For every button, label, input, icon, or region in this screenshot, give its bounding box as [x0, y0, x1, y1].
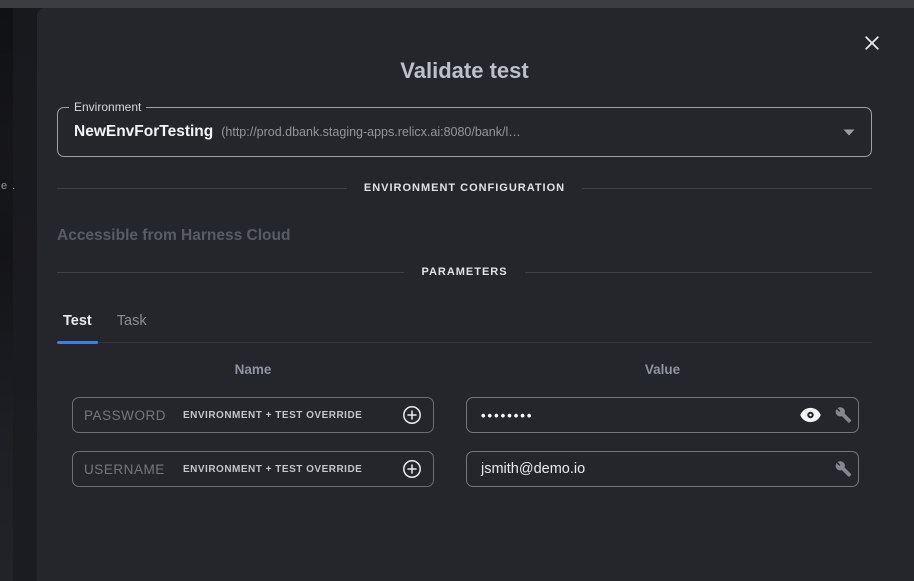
- backdrop-truncated-text: e .: [1, 180, 16, 192]
- divider-line: [57, 188, 347, 189]
- wrench-icon: [835, 461, 852, 478]
- parameter-value-text: jsmith@demo.io: [481, 461, 585, 477]
- add-override-button[interactable]: [402, 459, 422, 479]
- app-top-strip: [0, 0, 914, 8]
- edit-value-button[interactable]: [835, 407, 852, 424]
- section-title: PARAMETERS: [421, 266, 507, 278]
- eye-icon: [800, 408, 821, 423]
- parameter-name-field[interactable]: PASSWORD ENVIRONMENT + TEST OVERRIDE: [72, 397, 434, 433]
- page-backdrop: e .: [0, 8, 37, 581]
- dialog-title: Validate test: [57, 8, 872, 84]
- override-badge: ENVIRONMENT + TEST OVERRIDE: [183, 464, 362, 475]
- divider-line: [57, 272, 404, 273]
- plus-circle-icon: [402, 459, 422, 479]
- add-override-button[interactable]: [402, 405, 422, 425]
- tab-test[interactable]: Test: [57, 309, 98, 342]
- column-header-value: Value: [466, 362, 859, 377]
- plus-circle-icon: [402, 405, 422, 425]
- accessibility-note: Accessible from Harness Cloud: [57, 227, 872, 245]
- parameter-name-field[interactable]: USERNAME ENVIRONMENT + TEST OVERRIDE: [72, 451, 434, 487]
- divider-line: [582, 188, 872, 189]
- environment-select-label: Environment: [69, 100, 146, 114]
- environment-select[interactable]: Environment NewEnvForTesting (http://pro…: [57, 107, 872, 157]
- parameter-tabs: Test Task: [57, 309, 872, 343]
- chevron-down-icon: [843, 129, 855, 136]
- close-button[interactable]: [859, 30, 885, 56]
- override-badge: ENVIRONMENT + TEST OVERRIDE: [183, 410, 362, 421]
- environment-selected-option: NewEnvForTesting (http://prod.dbank.stag…: [58, 108, 871, 156]
- close-icon: [863, 34, 881, 52]
- section-divider-environment-configuration: ENVIRONMENT CONFIGURATION: [57, 182, 872, 194]
- tab-test-label: Test: [63, 313, 92, 329]
- parameter-value-field[interactable]: jsmith@demo.io: [466, 451, 859, 487]
- environment-name: NewEnvForTesting: [74, 123, 213, 141]
- backdrop-panel: [13, 8, 37, 581]
- parameter-row-password: PASSWORD ENVIRONMENT + TEST OVERRIDE •••…: [57, 397, 872, 433]
- masked-password-value: ••••••••: [481, 408, 533, 423]
- parameter-row-username: USERNAME ENVIRONMENT + TEST OVERRIDE jsm…: [57, 451, 872, 487]
- section-title: ENVIRONMENT CONFIGURATION: [364, 182, 565, 194]
- parameter-column-headers: Name Value: [57, 362, 872, 377]
- parameter-value-field[interactable]: ••••••••: [466, 397, 859, 433]
- toggle-password-visibility-button[interactable]: [800, 408, 821, 423]
- parameter-name-label: USERNAME: [84, 462, 183, 477]
- validate-test-dialog: Validate test Environment NewEnvForTesti…: [37, 8, 914, 581]
- environment-url: (http://prod.dbank.staging-apps.relicx.a…: [221, 125, 520, 139]
- parameter-name-label: PASSWORD: [84, 408, 183, 423]
- active-tab-indicator: [57, 341, 98, 344]
- section-divider-parameters: PARAMETERS: [57, 266, 872, 278]
- divider-line: [525, 272, 872, 273]
- tab-task[interactable]: Task: [111, 309, 153, 342]
- wrench-icon: [835, 407, 852, 424]
- column-header-name: Name: [72, 362, 434, 377]
- backdrop-sidebar: [0, 8, 13, 581]
- edit-value-button[interactable]: [835, 461, 852, 478]
- tab-task-label: Task: [117, 313, 147, 329]
